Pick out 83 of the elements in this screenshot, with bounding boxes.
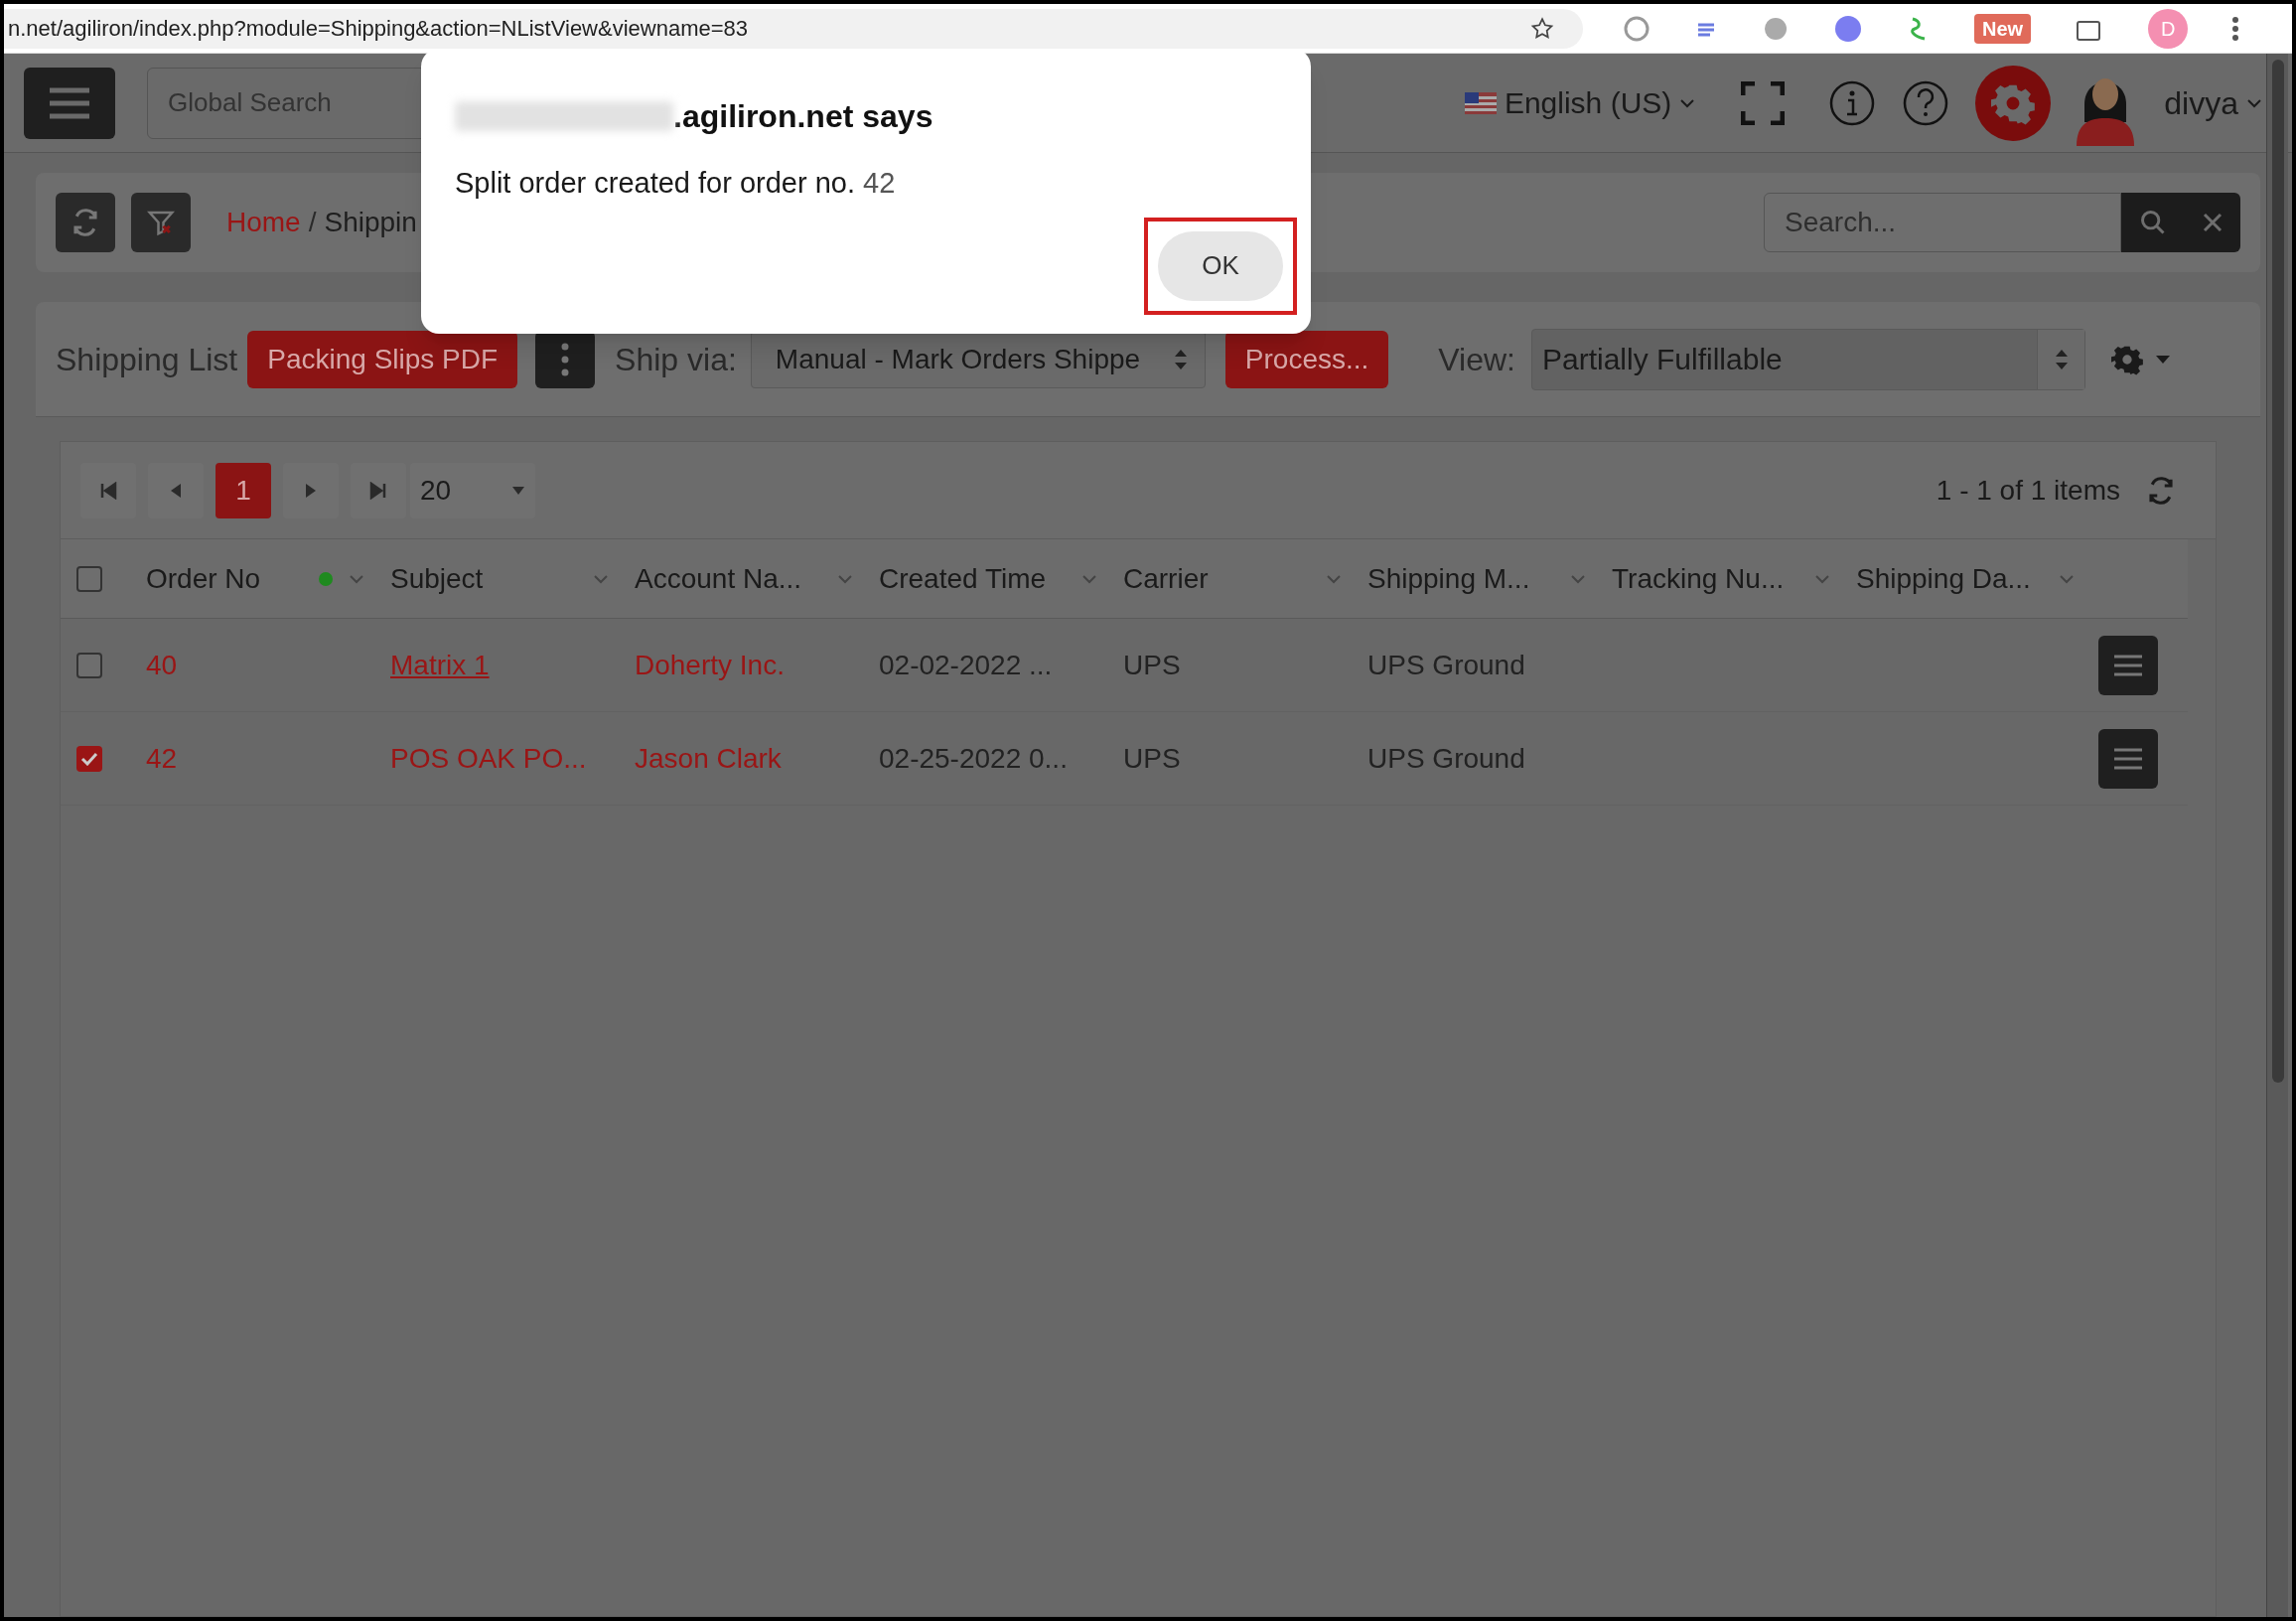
refresh-button[interactable] xyxy=(56,193,115,252)
table-cell: UPS Ground xyxy=(1367,742,1525,774)
packing-slips-button[interactable]: Packing Slips PDF xyxy=(247,330,518,388)
order-number: 40 xyxy=(146,649,178,680)
search-field[interactable]: Search... xyxy=(1764,193,2121,252)
item-count: 1 - 1 of 1 items xyxy=(1936,473,2120,508)
caret-icon xyxy=(1081,573,1097,584)
caret-icon xyxy=(1679,97,1696,108)
table-cell: 02-25-2022 0... xyxy=(879,742,1068,774)
menu-icon xyxy=(48,85,91,120)
last-page-icon xyxy=(369,481,387,500)
column-header[interactable]: Created Time xyxy=(879,557,1123,600)
breadcrumb-separator: / xyxy=(308,206,317,239)
first-page-button[interactable] xyxy=(80,462,136,518)
address-bar[interactable]: n.net/agiliron/index.php?module=Shipping&action=NListView&viewname=83 xyxy=(4,8,1583,49)
new-badge: New xyxy=(1974,13,2032,44)
refresh-icon xyxy=(71,208,100,237)
view-label: View: xyxy=(1438,340,1515,379)
menu-button[interactable] xyxy=(24,67,115,139)
caret-icon xyxy=(593,573,609,584)
column-header[interactable]: Account Na... xyxy=(635,557,879,600)
url-text: n.net/agiliron/index.php?module=Shipping&action=NListView&viewname=83 xyxy=(8,17,749,40)
row-checkbox[interactable] xyxy=(76,745,102,772)
table-cell: 02-02-2022 ... xyxy=(879,649,1053,680)
refresh-icon[interactable] xyxy=(2146,475,2176,506)
row-checkbox[interactable] xyxy=(76,652,102,678)
caret-icon xyxy=(2246,97,2262,108)
dialog-title: .agiliron.net says xyxy=(673,97,933,136)
fullscreen-icon[interactable] xyxy=(1741,80,1786,125)
info-icon[interactable] xyxy=(1828,78,1877,127)
caret-icon xyxy=(2155,354,2171,365)
caret-icon xyxy=(511,485,525,496)
first-page-icon xyxy=(99,481,117,500)
page-button[interactable]: 1 xyxy=(215,462,271,518)
order-number: 42 xyxy=(146,742,178,774)
process-button[interactable]: Process... xyxy=(1224,330,1389,388)
column-header[interactable]: Order No xyxy=(146,557,390,600)
caret-icon xyxy=(1814,573,1830,584)
user-menu[interactable]: divya xyxy=(2164,78,2262,127)
dialog-message: Split order created for order no. 42 xyxy=(455,166,897,201)
menu-icon xyxy=(2113,746,2143,771)
caret-icon xyxy=(349,573,364,584)
column-header[interactable]: Carrier xyxy=(1123,557,1367,600)
close-icon[interactable] xyxy=(2201,212,2224,233)
previous-page-button[interactable] xyxy=(148,462,204,518)
column-header[interactable]: Shipping Da... xyxy=(1856,557,2100,600)
column-header[interactable]: Subject xyxy=(390,557,635,600)
table-cell: UPS xyxy=(1123,742,1181,774)
list-title: Shipping List xyxy=(56,340,238,379)
view-select[interactable]: Partially Fulfillable xyxy=(1531,328,2085,390)
ship-via-label: Ship via: xyxy=(615,340,737,379)
previous-icon xyxy=(169,481,183,500)
page-size-select[interactable]: 20 xyxy=(410,462,535,518)
more-icon[interactable] xyxy=(2231,14,2240,43)
scrollbar-thumb[interactable] xyxy=(2271,60,2284,1083)
ok-button[interactable]: OK xyxy=(1158,230,1283,301)
next-page-button[interactable] xyxy=(283,462,339,518)
profile-avatar[interactable]: D xyxy=(2148,8,2189,49)
caret-icon xyxy=(1570,573,1586,584)
extension-icon[interactable] xyxy=(1833,13,1863,44)
breadcrumb-current: Shippin xyxy=(324,206,417,239)
caret-icon xyxy=(2059,573,2075,584)
extension-icon[interactable] xyxy=(1623,14,1650,43)
column-header[interactable]: Shipping M... xyxy=(1367,557,1612,600)
kebab-icon xyxy=(561,342,570,376)
search-icon[interactable] xyxy=(2138,209,2167,236)
caret-icon xyxy=(1326,573,1342,584)
checkmark-icon xyxy=(80,751,98,766)
table-cell: UPS xyxy=(1123,649,1181,680)
last-page-button[interactable] xyxy=(351,462,406,518)
next-icon xyxy=(304,481,318,500)
language-dropdown[interactable]: English (US) xyxy=(1504,80,1696,125)
help-icon[interactable] xyxy=(1902,78,1950,127)
row-menu-button[interactable] xyxy=(2098,728,2158,789)
row-checkbox[interactable] xyxy=(76,565,102,592)
clear-filter-button[interactable] xyxy=(131,193,191,252)
flag-icon xyxy=(1464,91,1497,114)
star-icon[interactable] xyxy=(1529,15,1555,42)
column-header[interactable]: Tracking Nu... xyxy=(1612,557,1856,600)
caret-icon xyxy=(837,573,853,584)
row-menu-button[interactable] xyxy=(2098,635,2158,695)
table-cell: UPS Ground xyxy=(1367,649,1525,680)
menu-icon xyxy=(2113,653,2143,677)
